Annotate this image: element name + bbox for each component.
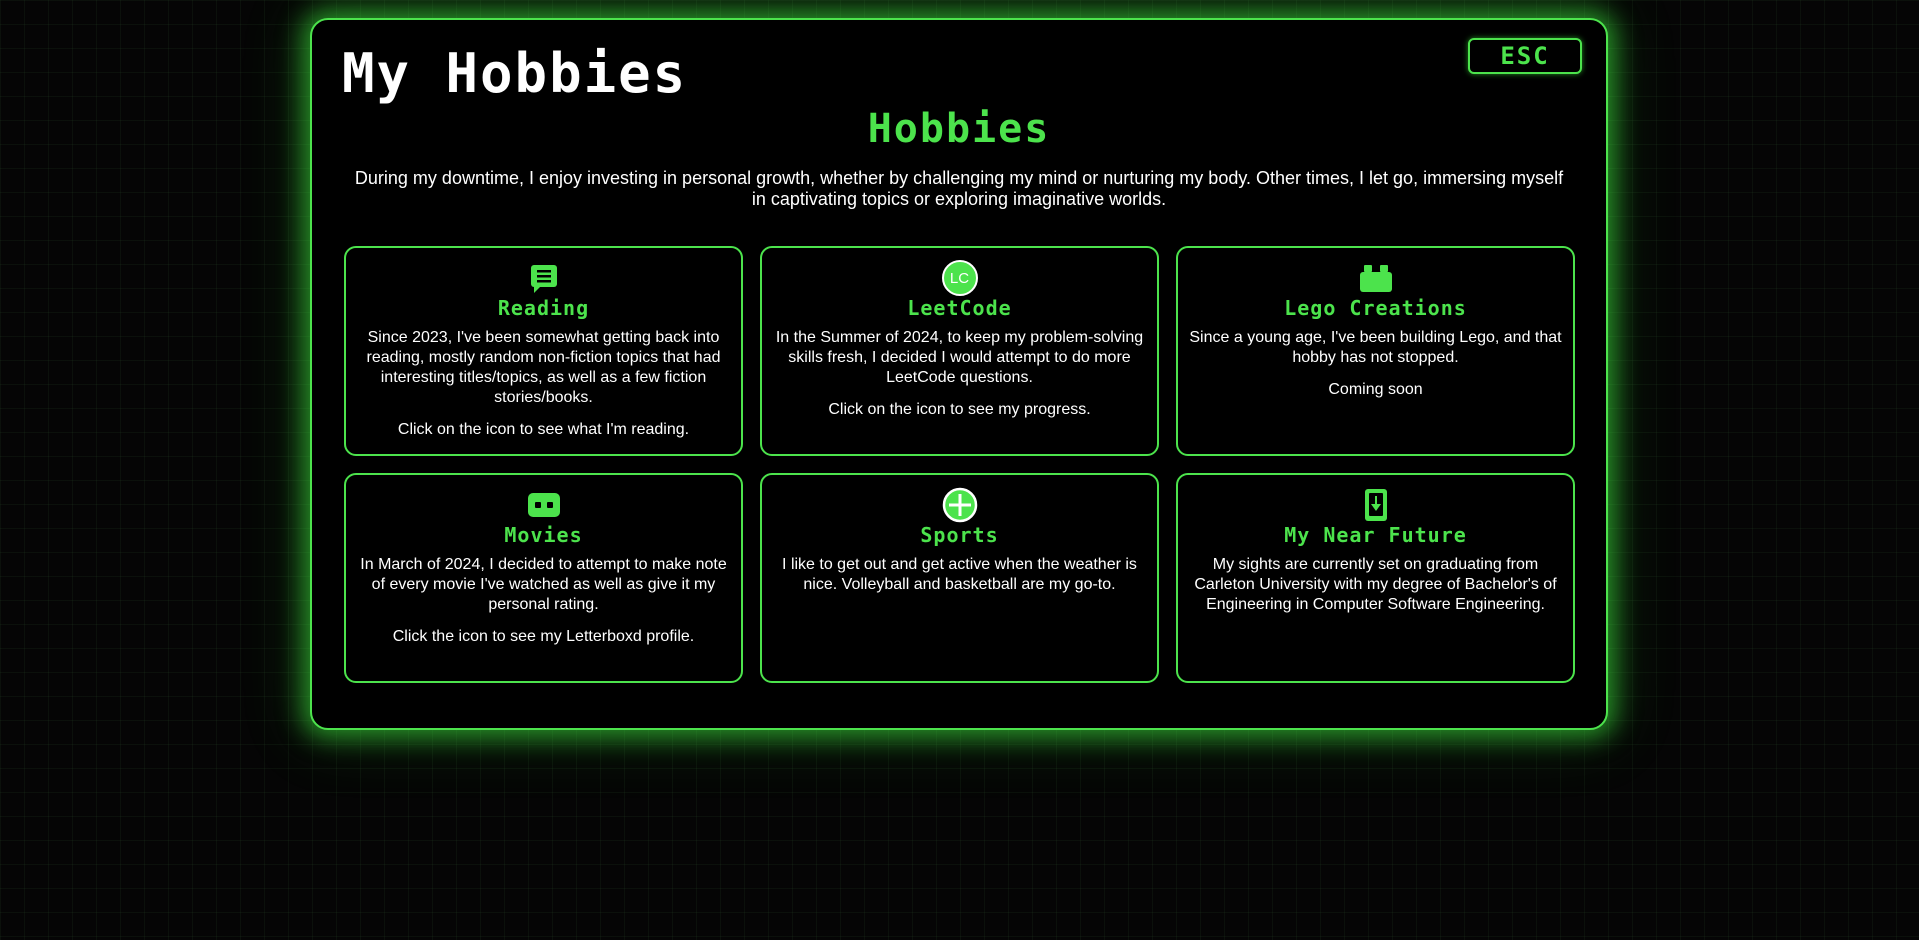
hobby-card-movies: Movies In March of 2024, I decided to at… [344,473,743,683]
card-title: My Near Future [1284,523,1467,547]
hobby-card-sports: Sports I like to get out and get active … [760,473,1159,683]
page-title: Hobbies [867,106,1051,152]
card-text: In March of 2024, I decided to attempt t… [360,556,727,613]
book-chat-icon[interactable] [354,262,733,294]
hobbies-window: My Hobbies ESC Hobbies During my downtim… [310,18,1608,730]
card-note: Click on the icon to see my progress. [828,401,1091,418]
leetcode-icon[interactable]: LC [941,260,978,296]
leetcode-icon-wrapper[interactable]: LC [770,260,1149,296]
hobby-card-leetcode: LC LeetCode In the Summer of 2024, to ke… [760,246,1159,456]
card-text: My sights are currently set on graduatin… [1194,556,1557,613]
card-text: Since a young age, I've been building Le… [1189,329,1562,366]
lego-brick-icon [1186,262,1565,294]
intro-text: During my downtime, I enjoy investing in… [354,168,1564,209]
card-title: Sports [920,523,999,547]
card-title: LeetCode [907,296,1012,320]
card-title: Lego Creations [1284,296,1467,320]
card-text: I like to get out and get active when th… [782,556,1137,593]
card-note: Click the icon to see my Letterboxd prof… [392,628,695,645]
hobby-card-lego: Lego Creations Since a young age, I've b… [1176,246,1575,456]
phone-download-icon [1186,489,1565,521]
hobby-grid: Reading Since 2023, I've been somewhat g… [344,246,1575,683]
card-text: Since 2023, I've been somewhat getting b… [366,329,721,406]
card-title: Reading [497,296,590,320]
letterboxd-icon[interactable] [354,489,733,521]
card-text: In the Summer of 2024, to keep my proble… [775,329,1144,386]
hobby-card-reading: Reading Since 2023, I've been somewhat g… [344,246,743,456]
esc-button[interactable]: ESC [1468,38,1582,74]
window-title: My Hobbies [342,42,688,105]
card-note: Coming soon [1328,381,1423,398]
card-note: Click on the icon to see what I'm readin… [397,421,690,438]
card-title: Movies [504,523,583,547]
hobby-card-near-future: My Near Future My sights are currently s… [1176,473,1575,683]
sports-ball-icon [770,487,1149,523]
